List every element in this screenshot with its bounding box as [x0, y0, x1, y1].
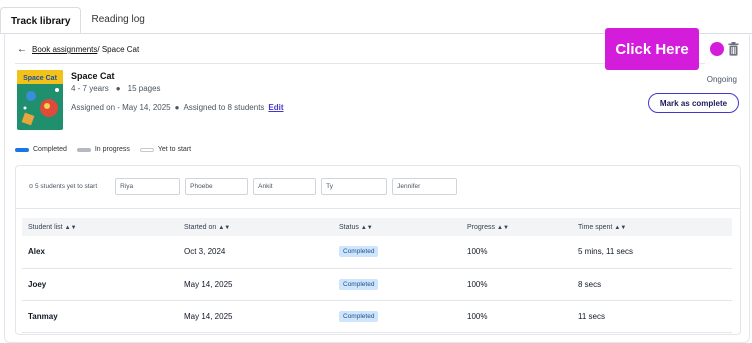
table-header-row: Student list ▲▼ Started on ▲▼ Status ▲▼ Pro… — [22, 218, 732, 236]
column-header-started[interactable]: Started on ▲▼ — [178, 218, 333, 236]
trash-icon[interactable] — [728, 42, 739, 56]
table-row[interactable]: Alex Oct 3, 2024 Completed 100% 5 mins, … — [22, 236, 732, 269]
table-row[interactable]: Tanmay May 14, 2025 Completed 100% 11 se… — [22, 300, 732, 333]
yet-to-start-count: 5 students yet to start — [35, 182, 98, 190]
assigned-to: Assigned to 8 students — [183, 103, 265, 112]
breadcrumb-book-assignments-link[interactable]: Book assignments — [32, 45, 97, 54]
legend-label-in-progress: In progress — [94, 146, 130, 153]
assignment-card: ← Book assignments / Space Cat Click Her… — [4, 28, 750, 343]
started-on: Oct 3, 2024 — [178, 236, 333, 269]
panel-divider — [16, 208, 740, 209]
assigned-on: Assigned on - May 14, 2025 — [71, 103, 171, 112]
book-cover-image: Space Cat — [17, 70, 63, 130]
started-on: May 14, 2025 — [178, 268, 333, 301]
sort-icon[interactable]: ▲▼ — [65, 225, 77, 231]
student-name: Alex — [22, 236, 178, 269]
book-title: Space Cat — [71, 71, 115, 81]
legend-swatch-in-progress — [76, 147, 91, 152]
column-header-status[interactable]: Status ▲▼ — [333, 218, 461, 236]
yet-to-start-icon — [29, 184, 33, 188]
legend-yet-to-start: Yet to start — [139, 146, 192, 153]
column-header-time[interactable]: Time spent ▲▼ — [572, 218, 732, 236]
student-chip[interactable]: Riya — [115, 177, 181, 195]
status-cell: Completed — [333, 300, 461, 333]
assignment-state: Ongoing — [706, 75, 737, 84]
student-chip[interactable]: Phoebe — [185, 177, 249, 195]
legend-in-progress: In progress — [76, 146, 130, 153]
progress-value: 100% — [461, 300, 572, 333]
legend-completed: Completed — [15, 146, 67, 153]
student-name: Joey — [22, 268, 178, 301]
student-table: Student list ▲▼ Started on ▲▼ Status ▲▼ Pro… — [22, 218, 732, 333]
status-badge: Completed — [339, 246, 379, 258]
legend-swatch-yet-to-start — [139, 147, 154, 152]
time-spent: 8 secs — [572, 268, 732, 301]
time-spent: 5 mins, 11 secs — [572, 236, 732, 269]
table-row[interactable]: Joey May 14, 2025 Completed 100% 8 secs — [22, 268, 732, 301]
time-spent: 11 secs — [572, 300, 732, 333]
book-pages: 15 pages — [127, 84, 161, 93]
meta-separator: ● — [115, 84, 121, 93]
status-badge: Completed — [339, 278, 379, 290]
book-meta: 4 - 7 years ● 15 pages — [71, 84, 161, 93]
sort-icon[interactable]: ▲▼ — [614, 225, 626, 231]
arrow-left-icon[interactable]: ← — [17, 44, 27, 54]
student-chip[interactable]: Jennifer — [392, 177, 458, 195]
yet-to-start-row: 5 students yet to start Riya Phoebe Anki… — [16, 166, 740, 206]
sort-icon[interactable]: ▲▼ — [218, 225, 230, 231]
student-chip[interactable]: Ty — [321, 177, 388, 195]
breadcrumb-current: Space Cat — [99, 45, 140, 54]
legend-label-yet-to-start: Yet to start — [157, 146, 192, 153]
yet-to-start-label: 5 students yet to start — [29, 183, 97, 190]
click-target-dot — [710, 42, 724, 56]
sort-icon[interactable]: ▲▼ — [361, 225, 373, 231]
progress-value: 100% — [461, 268, 572, 301]
status-cell: Completed — [333, 236, 461, 269]
student-chip[interactable]: Ankit — [253, 177, 317, 195]
student-name: Tanmay — [22, 300, 178, 333]
cover-title: Space Cat — [23, 75, 58, 82]
progress-value: 100% — [461, 236, 572, 269]
tab-track-library[interactable]: Track library — [0, 7, 82, 34]
book-age-range: 4 - 7 years — [71, 84, 109, 93]
status-cell: Completed — [333, 268, 461, 301]
breadcrumb: ← Book assignments / Space Cat — [17, 44, 140, 54]
meta-separator: ● — [174, 103, 180, 112]
click-here-callout: Click Here — [605, 28, 699, 70]
student-progress-panel: 5 students yet to start Riya Phoebe Anki… — [15, 165, 741, 335]
breadcrumb-divider — [15, 63, 705, 64]
tab-reading-log[interactable]: Reading log — [81, 6, 154, 33]
column-header-progress[interactable]: Progress ▲▼ — [461, 218, 572, 236]
sort-icon[interactable]: ▲▼ — [497, 225, 509, 231]
edit-assignment-link[interactable]: Edit — [268, 103, 283, 112]
status-legend: Completed In progress Yet to start — [15, 146, 201, 153]
legend-label-completed: Completed — [33, 146, 67, 153]
started-on: May 14, 2025 — [178, 300, 333, 333]
assignment-info: Assigned on - May 14, 2025 ● Assigned to… — [71, 103, 284, 112]
status-badge: Completed — [339, 310, 379, 322]
legend-swatch-completed — [15, 147, 29, 152]
column-header-student[interactable]: Student list ▲▼ — [22, 218, 178, 236]
tab-bar: Track library Reading log — [0, 6, 155, 34]
mark-as-complete-button[interactable]: Mark as complete — [648, 93, 739, 113]
